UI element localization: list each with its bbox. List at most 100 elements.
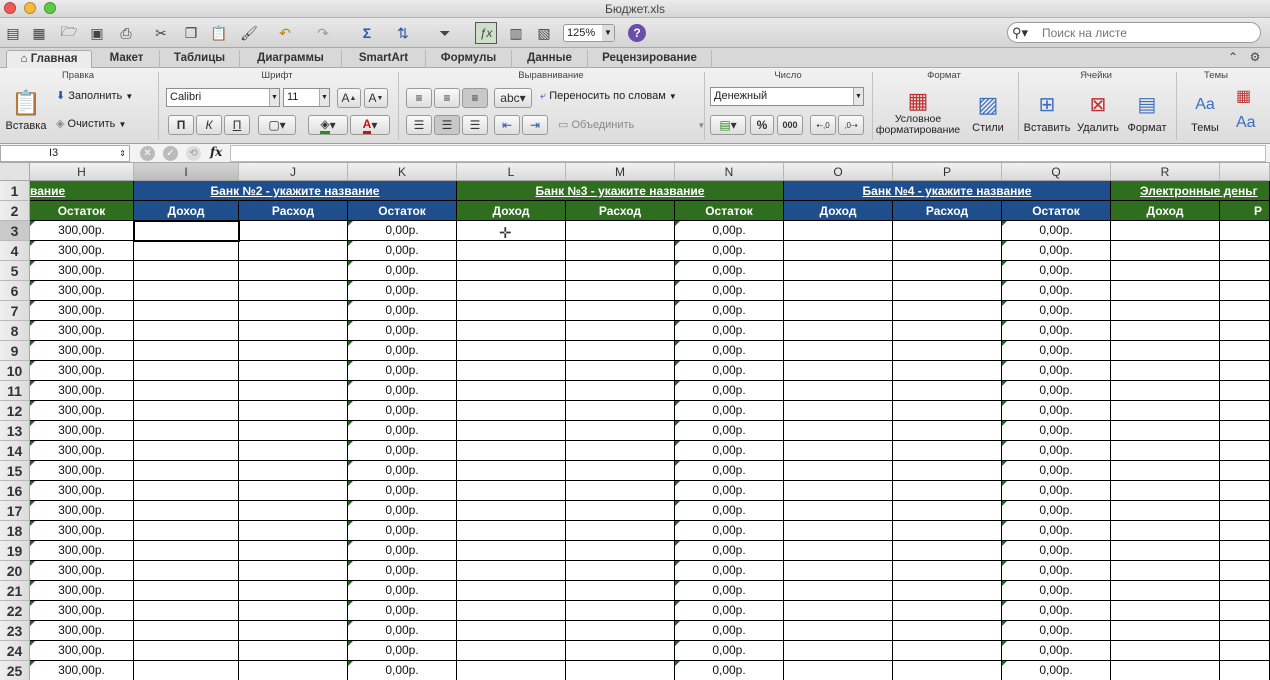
- table-cell[interactable]: [1111, 421, 1220, 441]
- balance-cell[interactable]: 300,00р.: [30, 441, 134, 461]
- table-cell[interactable]: [134, 441, 239, 461]
- table-cell[interactable]: [1111, 261, 1220, 281]
- table-cell[interactable]: [1220, 481, 1270, 501]
- format-cells-button[interactable]: ▤ Формат: [1124, 88, 1170, 134]
- tab-tables[interactable]: Таблицы: [160, 50, 240, 68]
- table-cell[interactable]: [1220, 401, 1270, 421]
- format-painter-icon[interactable]: 🖌: [238, 22, 260, 44]
- row-header-14[interactable]: 14: [0, 441, 30, 461]
- balance-cell[interactable]: 0,00р.: [1002, 661, 1111, 680]
- column-header-i[interactable]: I: [134, 163, 239, 181]
- column-header-k[interactable]: K: [348, 163, 457, 181]
- conditional-format-button[interactable]: ▦ Условное форматирование: [874, 88, 962, 136]
- table-cell[interactable]: [893, 321, 1002, 341]
- balance-cell[interactable]: 0,00р.: [1002, 561, 1111, 581]
- table-cell[interactable]: [239, 241, 348, 261]
- table-cell[interactable]: [457, 561, 566, 581]
- table-cell[interactable]: [239, 401, 348, 421]
- table-cell[interactable]: [893, 281, 1002, 301]
- table-cell[interactable]: [457, 641, 566, 661]
- toolbox-icon[interactable]: ▥: [505, 22, 527, 44]
- wrap-text-button[interactable]: ⤶ Переносить по словам ▼: [540, 90, 677, 103]
- balance-cell[interactable]: 300,00р.: [30, 661, 134, 680]
- balance-cell[interactable]: 300,00р.: [30, 521, 134, 541]
- tab-layout[interactable]: Макет: [94, 50, 160, 68]
- balance-cell[interactable]: 300,00р.: [30, 341, 134, 361]
- table-cell[interactable]: [239, 601, 348, 621]
- cancel-icon[interactable]: ✕: [140, 146, 155, 161]
- table-cell[interactable]: [1220, 521, 1270, 541]
- table-cell[interactable]: [784, 261, 893, 281]
- balance-cell[interactable]: 0,00р.: [675, 621, 784, 641]
- table-cell[interactable]: [457, 301, 566, 321]
- row-header-19[interactable]: 19: [0, 541, 30, 561]
- table-cell[interactable]: [134, 361, 239, 381]
- table-cell[interactable]: [1220, 361, 1270, 381]
- table-cell[interactable]: [1111, 221, 1220, 241]
- column-header-l[interactable]: L: [457, 163, 566, 181]
- table-cell[interactable]: [239, 261, 348, 281]
- table-cell[interactable]: [239, 661, 348, 680]
- align-bottom-button[interactable]: ≡: [462, 88, 488, 108]
- subheader-expense[interactable]: Расход: [239, 201, 348, 221]
- table-cell[interactable]: [784, 521, 893, 541]
- table-cell[interactable]: [239, 541, 348, 561]
- table-cell[interactable]: [1111, 281, 1220, 301]
- table-cell[interactable]: [457, 461, 566, 481]
- row-header-22[interactable]: 22: [0, 601, 30, 621]
- table-cell[interactable]: [893, 381, 1002, 401]
- balance-cell[interactable]: 300,00р.: [30, 381, 134, 401]
- tab-home[interactable]: ⌂ Главная: [6, 50, 92, 68]
- table-cell[interactable]: [239, 481, 348, 501]
- table-cell[interactable]: [1111, 301, 1220, 321]
- column-header-next[interactable]: [1220, 163, 1270, 181]
- table-cell[interactable]: [134, 381, 239, 401]
- table-cell[interactable]: [134, 521, 239, 541]
- column-header-h[interactable]: H: [30, 163, 134, 181]
- table-cell[interactable]: [134, 461, 239, 481]
- align-center-button[interactable]: ☰: [434, 115, 460, 135]
- table-cell[interactable]: [893, 661, 1002, 680]
- table-cell[interactable]: [784, 441, 893, 461]
- table-cell[interactable]: [1111, 501, 1220, 521]
- subheader-income[interactable]: Доход: [457, 201, 566, 221]
- table-cell[interactable]: [134, 281, 239, 301]
- theme-fonts-button[interactable]: Aa: [1236, 114, 1256, 132]
- paste-button[interactable]: 📋 Вставка: [4, 88, 48, 138]
- balance-cell[interactable]: 0,00р.: [1002, 441, 1111, 461]
- balance-cell[interactable]: 0,00р.: [348, 401, 457, 421]
- cut-icon[interactable]: ✂: [150, 22, 172, 44]
- decrease-indent-button[interactable]: ⇤: [494, 115, 520, 135]
- balance-cell[interactable]: 300,00р.: [30, 241, 134, 261]
- balance-cell[interactable]: 300,00р.: [30, 401, 134, 421]
- function-icon[interactable]: ƒx: [475, 22, 497, 44]
- table-cell[interactable]: [893, 481, 1002, 501]
- table-cell[interactable]: [784, 401, 893, 421]
- table-cell[interactable]: [1111, 381, 1220, 401]
- balance-cell[interactable]: 0,00р.: [675, 341, 784, 361]
- table-cell[interactable]: [239, 281, 348, 301]
- table-cell[interactable]: [893, 581, 1002, 601]
- balance-cell[interactable]: 300,00р.: [30, 501, 134, 521]
- ribbon-settings-icon[interactable]: ⚙: [1244, 46, 1266, 68]
- balance-cell[interactable]: 0,00р.: [348, 341, 457, 361]
- balance-cell[interactable]: 300,00р.: [30, 221, 134, 241]
- row-header-24[interactable]: 24: [0, 641, 30, 661]
- table-cell[interactable]: [457, 541, 566, 561]
- table-cell[interactable]: [134, 341, 239, 361]
- table-cell[interactable]: [239, 521, 348, 541]
- table-cell[interactable]: [1111, 481, 1220, 501]
- name-box[interactable]: I3 ⇕: [0, 145, 130, 162]
- balance-cell[interactable]: 0,00р.: [675, 401, 784, 421]
- table-cell[interactable]: [134, 561, 239, 581]
- table-cell[interactable]: [1220, 601, 1270, 621]
- table-cell[interactable]: [566, 221, 675, 241]
- balance-cell[interactable]: 0,00р.: [1002, 341, 1111, 361]
- table-cell[interactable]: [239, 361, 348, 381]
- table-cell[interactable]: [1220, 561, 1270, 581]
- row-header-6[interactable]: 6: [0, 281, 30, 301]
- row-header-13[interactable]: 13: [0, 421, 30, 441]
- balance-cell[interactable]: 0,00р.: [675, 481, 784, 501]
- table-cell[interactable]: [893, 541, 1002, 561]
- balance-cell[interactable]: 0,00р.: [348, 221, 457, 241]
